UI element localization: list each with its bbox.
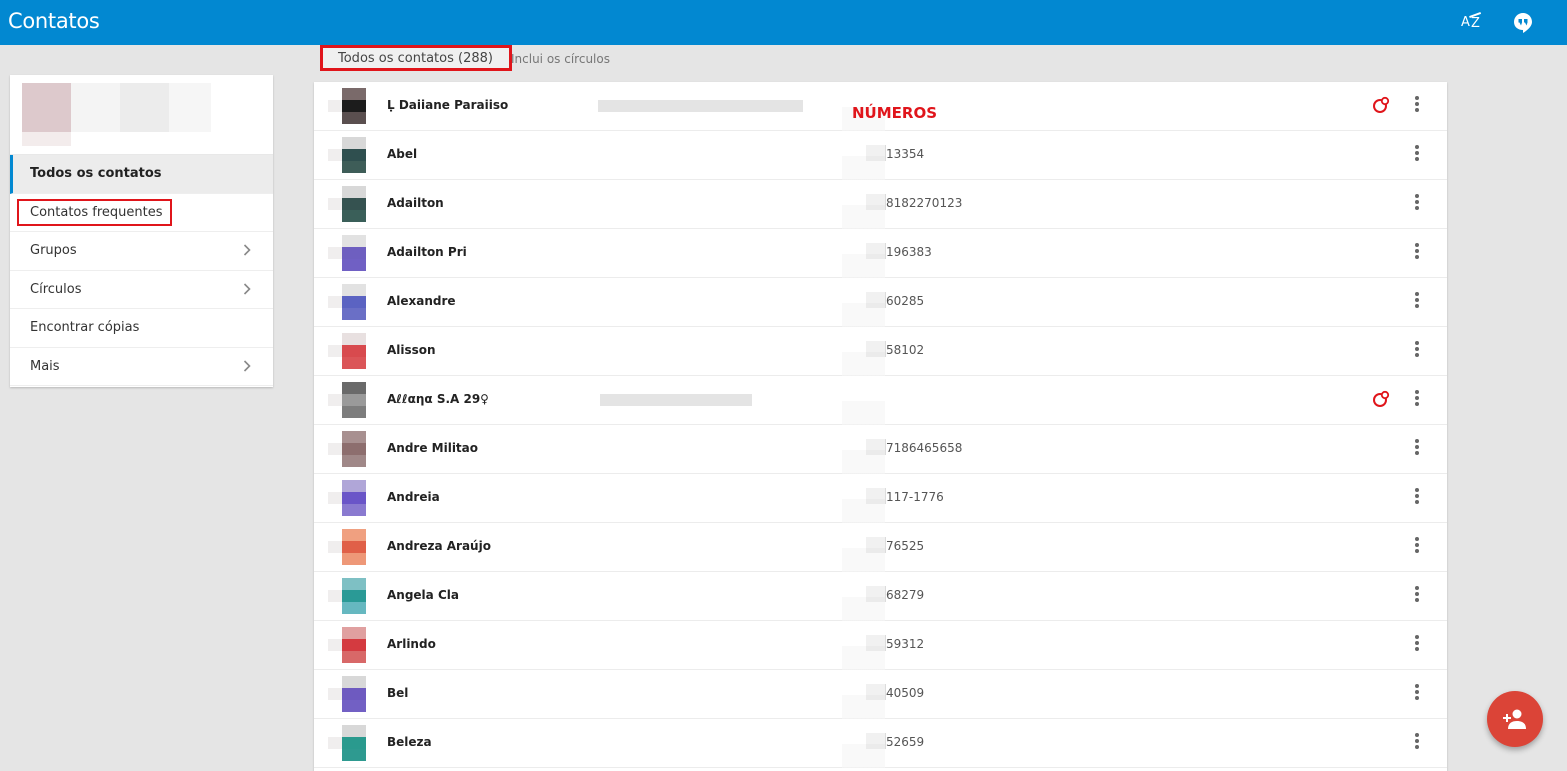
sidebar-item-label: Mais — [30, 358, 60, 374]
avatar — [328, 235, 366, 271]
sidebar-item-2[interactable]: Grupos — [10, 232, 273, 271]
contact-phone: 52659 — [886, 735, 925, 749]
contact-phone: 8182270123 — [886, 196, 963, 210]
contact-email-blur — [598, 100, 803, 112]
contact-name[interactable]: Ḷ Daiiane Paraiiso — [387, 98, 508, 112]
avatar-blur — [22, 132, 71, 146]
contact-name[interactable]: Adailton Pri — [387, 245, 467, 259]
profile-email-blur — [120, 83, 169, 132]
add-contact-button[interactable] — [1487, 691, 1543, 747]
contact-phone: 59312 — [886, 637, 925, 651]
highlight-frequentes — [17, 199, 172, 226]
more-vert-icon[interactable] — [1412, 586, 1422, 606]
avatar — [328, 284, 366, 320]
sidebar: Todos os contatos Contatos frequentes Grup… — [10, 75, 273, 387]
contact-name[interactable]: Beleza — [387, 735, 432, 749]
filter-label: Todos os contatos (288) — [338, 51, 493, 66]
sidebar-item-label: Círculos — [30, 281, 82, 297]
avatar — [328, 186, 366, 222]
more-vert-icon[interactable] — [1412, 488, 1422, 508]
contact-name[interactable]: Aℓℓαηα S.A 29♀ — [387, 392, 489, 406]
chevron-right-icon — [243, 244, 251, 256]
profile-card[interactable] — [10, 75, 273, 155]
sort-az-icon[interactable]: AZ — [1461, 11, 1485, 34]
hangouts-icon[interactable] — [1513, 12, 1533, 34]
contact-phone: 58102 — [886, 343, 925, 357]
more-vert-icon[interactable] — [1412, 145, 1422, 165]
avatar — [328, 431, 366, 467]
sidebar-item-4[interactable]: Encontrar cópias — [10, 309, 273, 348]
chevron-right-icon — [243, 282, 251, 295]
contact-phone: 40509 — [886, 686, 925, 700]
avatar — [328, 529, 366, 565]
contact-name[interactable]: Andre Militao — [387, 441, 478, 455]
contact-name[interactable]: Bel — [387, 686, 408, 700]
contact-phone: 76525 — [886, 539, 925, 553]
contact-name[interactable]: Abel — [387, 147, 417, 161]
profile-name-blur — [71, 83, 120, 132]
more-vert-icon[interactable] — [1412, 635, 1422, 655]
chevron-right-icon — [243, 359, 251, 372]
avatar — [328, 725, 366, 761]
more-vert-icon[interactable] — [1412, 733, 1422, 753]
contact-name[interactable]: Andreia — [387, 490, 440, 504]
contact-name[interactable]: Andreza Araújo — [387, 539, 491, 553]
more-vert-icon[interactable] — [1412, 194, 1422, 214]
more-vert-icon[interactable] — [1412, 684, 1422, 704]
avatar — [328, 627, 366, 663]
avatar — [328, 480, 366, 516]
contact-phone: 117-1776 — [886, 490, 944, 504]
app-title[interactable]: Contatos — [8, 9, 100, 33]
contact-name[interactable]: Arlindo — [387, 637, 436, 651]
more-vert-icon[interactable] — [1412, 292, 1422, 312]
more-vert-icon[interactable] — [1412, 341, 1422, 361]
more-vert-icon[interactable] — [1412, 537, 1422, 557]
phone-column-blur — [842, 82, 885, 771]
contacts-filter-dropdown[interactable]: Todos os contatos (288) — [320, 45, 512, 71]
contact-phone: 13354 — [886, 147, 925, 161]
contact-phone: 60285 — [886, 294, 925, 308]
google-plus-circles-icon[interactable] — [1372, 96, 1390, 114]
sidebar-item-label: Grupos — [30, 243, 77, 258]
contact-name[interactable]: Adailton — [387, 196, 444, 210]
sidebar-item-3[interactable]: Círculos — [10, 271, 273, 309]
contact-name[interactable]: Angela Cla — [387, 588, 459, 602]
contact-name[interactable]: Alisson — [387, 343, 436, 357]
avatar — [328, 137, 366, 173]
filter-note: Inclui os círculos — [511, 52, 610, 66]
numeros-annotation: NÚMEROS — [852, 104, 938, 122]
more-vert-icon[interactable] — [1412, 390, 1422, 410]
sidebar-item-0[interactable]: Todos os contatos — [10, 155, 273, 194]
profile-extra-blur — [169, 83, 211, 132]
avatar — [328, 676, 366, 712]
contact-name[interactable]: Alexandre — [387, 294, 456, 308]
contact-phone: 196383 — [886, 245, 932, 259]
avatar — [328, 333, 366, 369]
google-plus-circles-icon[interactable] — [1372, 390, 1390, 408]
avatar — [328, 578, 366, 614]
contact-phone: 68279 — [886, 588, 925, 602]
contact-phone: 7186465658 — [886, 441, 963, 455]
avatar — [328, 88, 366, 124]
add-contact-icon — [1503, 709, 1526, 729]
more-vert-icon[interactable] — [1412, 439, 1422, 459]
app-bar: Contatos AZ — [0, 0, 1567, 45]
sidebar-item-5[interactable]: Mais — [10, 348, 273, 386]
avatar — [22, 83, 71, 132]
sidebar-item-label: Encontrar cópias — [30, 320, 140, 335]
contact-email-blur — [600, 394, 752, 406]
more-vert-icon[interactable] — [1412, 96, 1422, 116]
sidebar-item-label: Todos os contatos — [30, 166, 162, 181]
more-vert-icon[interactable] — [1412, 243, 1422, 263]
avatar — [328, 382, 366, 418]
